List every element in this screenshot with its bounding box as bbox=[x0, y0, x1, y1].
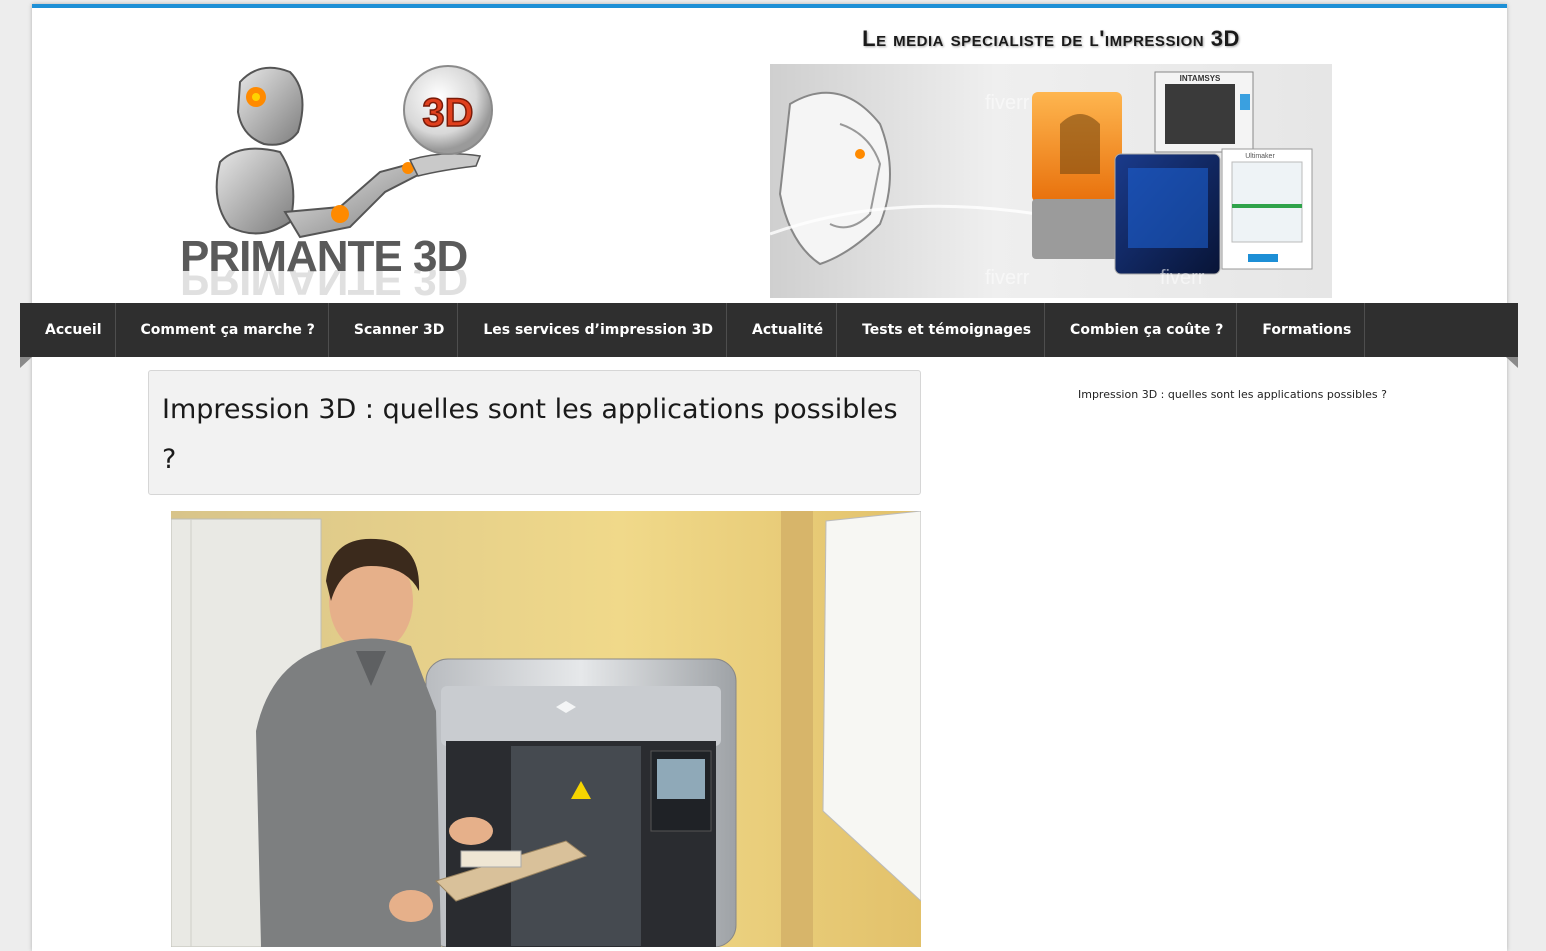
logo-badge-text: 3D bbox=[422, 91, 473, 135]
banner-title: Le media specialiste de l'impression 3D bbox=[862, 26, 1240, 51]
nav-item-accueil[interactable]: Accueil bbox=[20, 303, 116, 357]
nav-item-comment-ca-marche[interactable]: Comment ça marche ? bbox=[116, 303, 329, 357]
banner-brand-ultimaker: Ultimaker bbox=[1245, 153, 1275, 160]
nav-item-formations[interactable]: Formations bbox=[1237, 303, 1366, 357]
banner-watermark: fiverr bbox=[1160, 267, 1205, 289]
main-nav: Accueil Comment ça marche ? Scanner 3D L… bbox=[20, 303, 1518, 357]
nav-item-services-impression[interactable]: Les services d’impression 3D bbox=[458, 303, 728, 357]
nav-item-actualite[interactable]: Actualité bbox=[727, 303, 838, 357]
banner-image[interactable]: INTAMSYS Ultimaker fiverr fiverr fiverr bbox=[770, 64, 1332, 298]
banner-watermark: fiverr bbox=[985, 92, 1030, 114]
article-title-box: Impression 3D : quelles sont les applica… bbox=[148, 370, 921, 495]
nav-item-tests-temoignages[interactable]: Tests et témoignages bbox=[837, 303, 1046, 357]
article-title: Impression 3D : quelles sont les applica… bbox=[162, 394, 898, 475]
banner-brand-intamsys: INTAMSYS bbox=[1180, 74, 1221, 83]
sidebar-article-title-link[interactable]: Impression 3D : quelles sont les applica… bbox=[1040, 388, 1425, 401]
article-photo[interactable] bbox=[171, 511, 921, 947]
nav-item-combien-ca-coute[interactable]: Combien ça coûte ? bbox=[1045, 303, 1238, 357]
logo-reflection: PRIMANTE 3D bbox=[180, 270, 468, 304]
nav-ribbon-corner-right bbox=[1506, 357, 1518, 368]
nav-item-scanner-3d[interactable]: Scanner 3D bbox=[329, 303, 459, 357]
banner-watermark: fiverr bbox=[985, 267, 1030, 289]
nav-ribbon-corner-left bbox=[20, 357, 32, 368]
